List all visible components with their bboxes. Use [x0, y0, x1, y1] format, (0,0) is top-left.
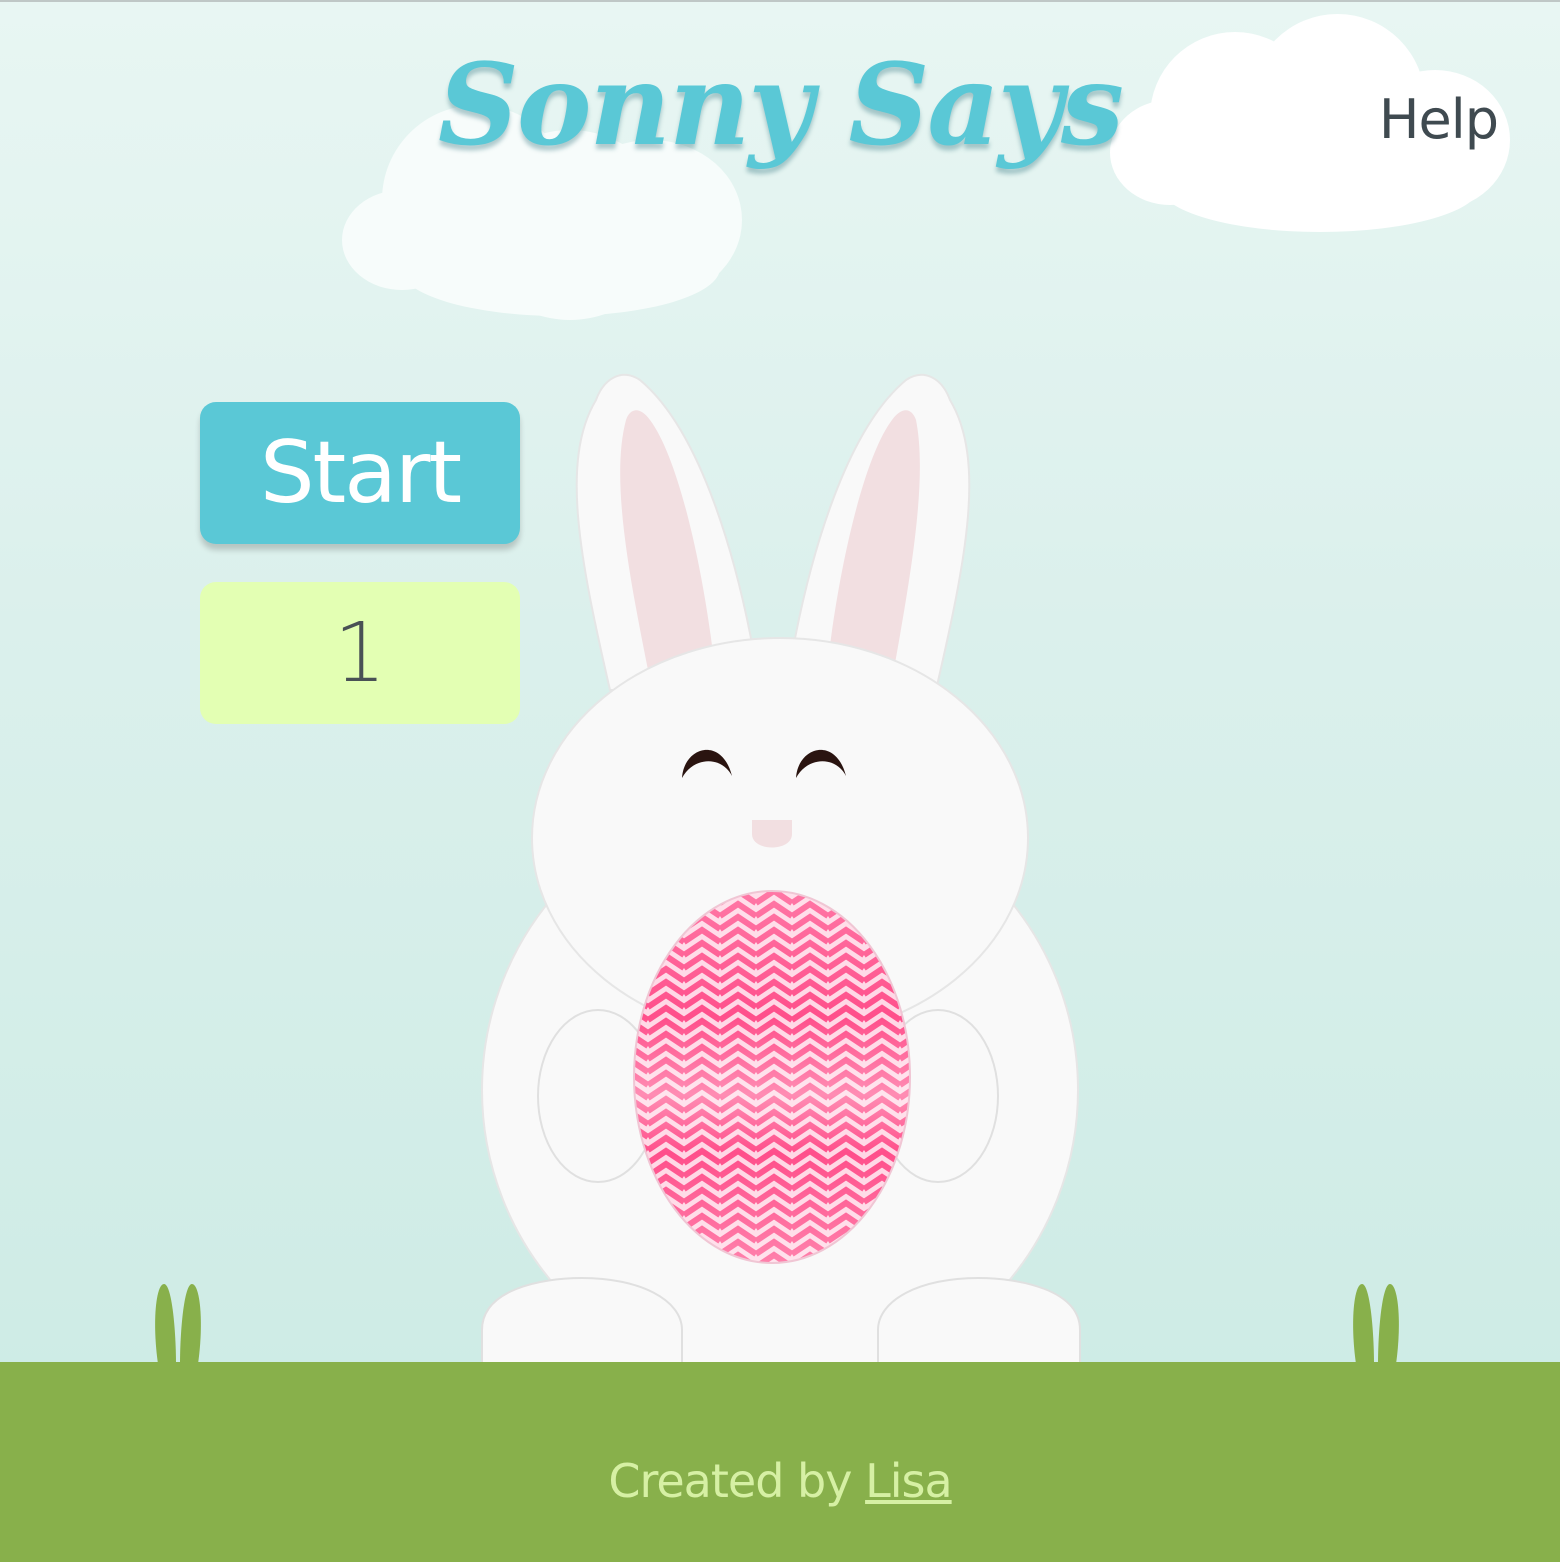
footer-text: Created by	[608, 1454, 866, 1508]
start-button[interactable]: Start	[200, 402, 520, 544]
footer: Created by Lisa	[0, 1454, 1560, 1508]
bunny-head	[531, 637, 1029, 1039]
bunny-right-ear	[784, 373, 971, 691]
bunny-left-eye	[682, 749, 732, 778]
grass-tuft-right	[1353, 1284, 1399, 1364]
window-top-border	[0, 0, 1560, 2]
bunny-left-ear	[575, 373, 762, 691]
bunny-nose	[752, 820, 792, 848]
bunny-right-arm	[877, 1009, 999, 1183]
bunny-left-arm	[537, 1009, 659, 1183]
author-link[interactable]: Lisa	[865, 1454, 953, 1508]
easter-egg	[633, 890, 911, 1264]
bunny-svg	[481, 373, 1081, 1389]
grass-tuft-left	[155, 1284, 201, 1364]
bunny-body	[481, 791, 1079, 1389]
level-counter: 1	[200, 582, 520, 724]
help-link[interactable]: Help	[1379, 88, 1499, 151]
bunny-illustration	[0, 0, 1560, 1562]
page-title: Sonny Says	[437, 40, 1124, 171]
bunny-right-eye	[796, 749, 846, 778]
